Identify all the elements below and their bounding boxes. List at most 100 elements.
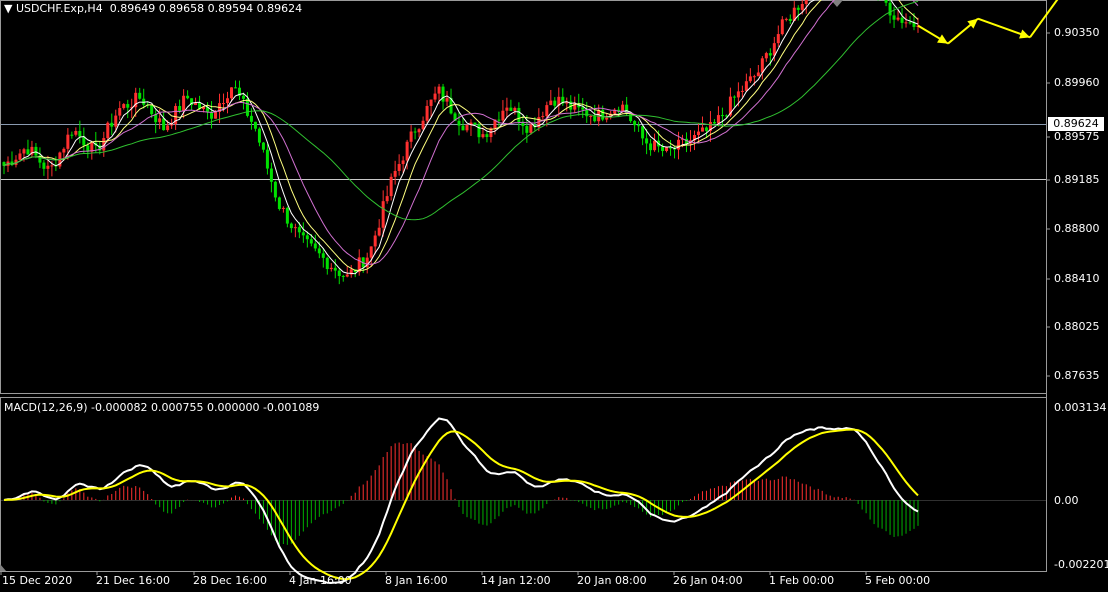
candle-body bbox=[481, 134, 485, 138]
candle-body bbox=[661, 146, 665, 152]
moving-average-line bbox=[3, 0, 919, 265]
candle-body bbox=[369, 246, 373, 258]
candle-body bbox=[241, 95, 245, 99]
candle-body bbox=[345, 274, 349, 277]
candle-body bbox=[665, 147, 669, 152]
candle-body bbox=[645, 138, 649, 144]
candle-body bbox=[756, 72, 760, 77]
moving-averages bbox=[3, 0, 919, 275]
candle-body bbox=[425, 105, 429, 121]
candle-body bbox=[892, 15, 896, 20]
candle-body bbox=[553, 100, 557, 106]
candle-body bbox=[461, 125, 465, 131]
candle-body bbox=[768, 53, 772, 56]
candle-body bbox=[46, 165, 50, 169]
candle-body bbox=[677, 139, 681, 150]
candle-body bbox=[381, 201, 385, 228]
time-tick: 26 Jan 04:00 bbox=[673, 574, 743, 587]
candle-body bbox=[700, 127, 704, 132]
current-price-badge: 0.89624 bbox=[1048, 117, 1104, 131]
candle-body bbox=[297, 227, 301, 233]
candle-body bbox=[641, 126, 645, 139]
candle-body bbox=[513, 107, 517, 112]
macd-tick: -0.002201 bbox=[1054, 558, 1108, 571]
candle-body bbox=[457, 120, 461, 126]
candle-body bbox=[393, 170, 397, 177]
candle-body bbox=[22, 149, 26, 154]
candle-body bbox=[473, 122, 477, 125]
candle-body bbox=[373, 235, 377, 247]
candle-body bbox=[158, 118, 162, 123]
candle-body bbox=[637, 125, 641, 127]
candle-body bbox=[42, 162, 46, 169]
candle-body bbox=[257, 128, 261, 143]
candle-body bbox=[313, 243, 317, 249]
candle-body bbox=[485, 134, 489, 138]
time-tick: 14 Jan 12:00 bbox=[481, 574, 551, 587]
candle-body bbox=[784, 18, 788, 20]
candle-body bbox=[269, 168, 273, 182]
price-chart bbox=[0, 0, 1059, 584]
candle-body bbox=[800, 3, 804, 10]
candle-body bbox=[908, 22, 912, 24]
candle-body bbox=[509, 107, 513, 112]
candle-body bbox=[289, 223, 293, 229]
candle-body bbox=[804, 0, 808, 4]
candle-body bbox=[74, 130, 78, 135]
candle-body bbox=[66, 134, 70, 149]
macd-header: MACD(12,26,9) -0.000082 0.000755 0.00000… bbox=[4, 401, 320, 414]
candle-body bbox=[421, 120, 425, 130]
candle-body bbox=[245, 98, 249, 116]
time-tick: 4 Jan 16:00 bbox=[289, 574, 352, 587]
time-tick: 15 Dec 2020 bbox=[2, 574, 73, 587]
forecast-arrowhead bbox=[1019, 29, 1030, 39]
candle-body bbox=[780, 19, 784, 35]
candle-body bbox=[329, 267, 333, 270]
candle-body bbox=[18, 153, 22, 160]
candle-body bbox=[704, 127, 708, 131]
price-tick: 0.88800 bbox=[1054, 222, 1100, 235]
price-tick: 0.90350 bbox=[1054, 26, 1100, 39]
candle-body bbox=[337, 270, 341, 276]
candle-body bbox=[341, 275, 345, 277]
price-tick: 0.89960 bbox=[1054, 76, 1100, 89]
candle-body bbox=[62, 148, 66, 153]
macd-signal-line bbox=[3, 428, 919, 581]
axis-ticks bbox=[0, 32, 1050, 575]
time-tick: 21 Dec 16:00 bbox=[96, 574, 170, 587]
candle-body bbox=[293, 227, 297, 229]
candle-body bbox=[764, 53, 768, 59]
candle-body bbox=[585, 109, 589, 117]
candle-body bbox=[437, 86, 441, 94]
time-tick: 28 Dec 16:00 bbox=[193, 574, 267, 587]
candle-body bbox=[78, 130, 82, 137]
collapse-triangle-icon[interactable]: ▼ bbox=[4, 2, 12, 15]
candle-body bbox=[281, 207, 285, 209]
candle-body bbox=[900, 17, 904, 23]
main-frame bbox=[0, 0, 1047, 394]
candle-body bbox=[605, 117, 609, 120]
candle-body bbox=[429, 99, 433, 106]
candle-body bbox=[788, 18, 792, 21]
candle-body bbox=[884, 0, 888, 3]
candle-body bbox=[477, 124, 481, 138]
moving-average-line bbox=[3, 0, 919, 275]
candle-body bbox=[696, 131, 700, 136]
candle-body bbox=[118, 108, 122, 116]
candle-body bbox=[333, 267, 337, 271]
candle-body bbox=[501, 110, 505, 121]
candle-body bbox=[413, 131, 417, 133]
candle-body bbox=[389, 176, 393, 197]
candle-body bbox=[904, 22, 908, 24]
candle-body bbox=[744, 81, 748, 91]
candle-body bbox=[34, 146, 38, 156]
candle-body bbox=[249, 115, 253, 122]
time-tick: 5 Feb 00:00 bbox=[865, 574, 931, 587]
candle-body bbox=[26, 149, 30, 155]
candle-body bbox=[525, 126, 529, 133]
candle-body bbox=[166, 125, 170, 131]
candle-body bbox=[385, 196, 389, 202]
macd-frame bbox=[0, 397, 1047, 572]
candle-body bbox=[589, 115, 593, 117]
macd-histogram bbox=[7, 442, 919, 545]
